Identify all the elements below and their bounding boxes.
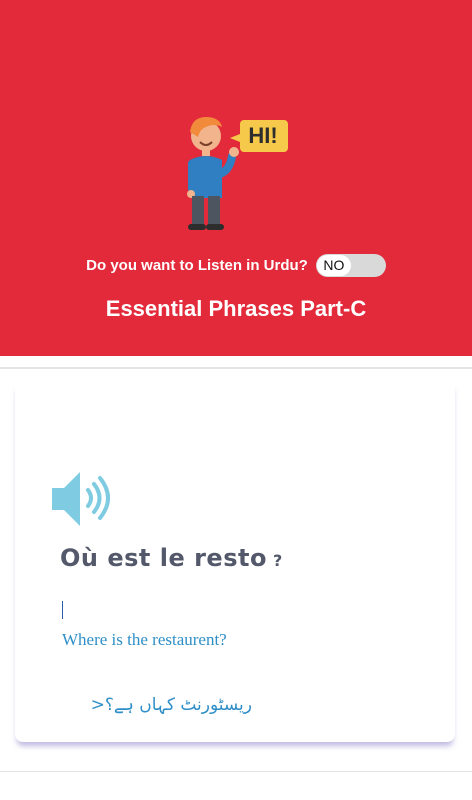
listen-urdu-row: Do you want to Listen in Urdu? NO (0, 252, 472, 278)
phrase-urdu: ریسٹورنٹ کہاں ہے؟< (90, 695, 252, 715)
divider (0, 367, 472, 369)
phrase-french-text: Où est le resto (60, 544, 267, 572)
phrase-english: Where is the restaurent? (62, 630, 227, 649)
speaker-icon[interactable] (50, 466, 114, 530)
phrase-french-question-mark: ? (272, 551, 283, 570)
listen-urdu-label: Do you want to Listen in Urdu? (86, 256, 308, 274)
header-banner: HI! Do you want to Listen in Urdu? NO Es… (0, 0, 472, 356)
waving-man-icon: HI! (187, 116, 288, 230)
speech-bubble-text: HI! (248, 123, 277, 148)
page-title: Essential Phrases Part-C (105, 296, 367, 321)
divider (0, 771, 472, 772)
toggle-knob-label: NO (316, 254, 351, 276)
listen-urdu-toggle[interactable]: NO (315, 253, 386, 277)
text-cursor (62, 601, 63, 619)
phrase-french: Où est le resto? (60, 544, 283, 572)
